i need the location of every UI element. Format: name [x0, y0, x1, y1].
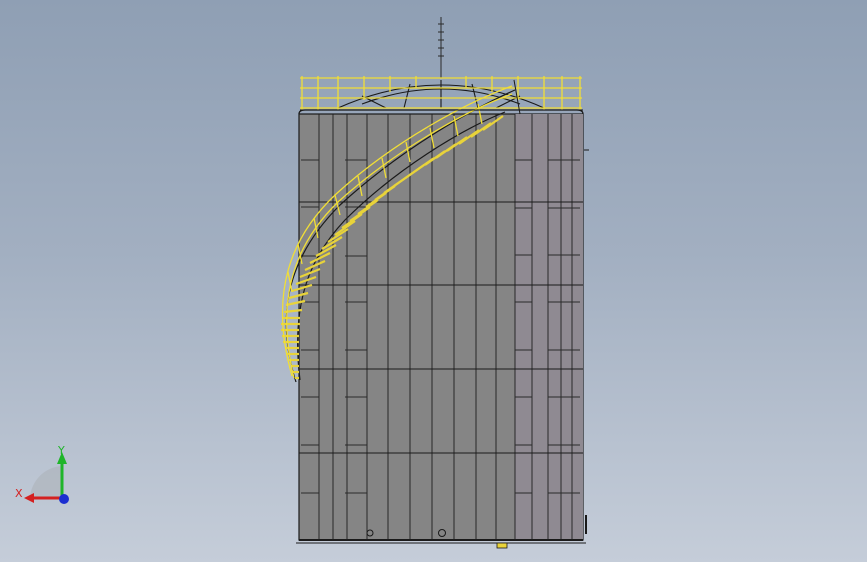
x-axis-label: X: [15, 487, 23, 500]
triad-plane-shading: [30, 466, 62, 498]
graphics-viewport[interactable]: Y X: [0, 0, 867, 562]
roof-antenna: [438, 17, 444, 78]
orientation-triad: Y X: [15, 444, 69, 504]
z-axis: [59, 494, 69, 504]
y-axis-label: Y: [57, 444, 65, 457]
tank-shell: [296, 109, 586, 549]
roof-dome: [337, 80, 545, 109]
tank-model[interactable]: [0, 0, 867, 562]
x-axis-arrow: [24, 493, 34, 503]
